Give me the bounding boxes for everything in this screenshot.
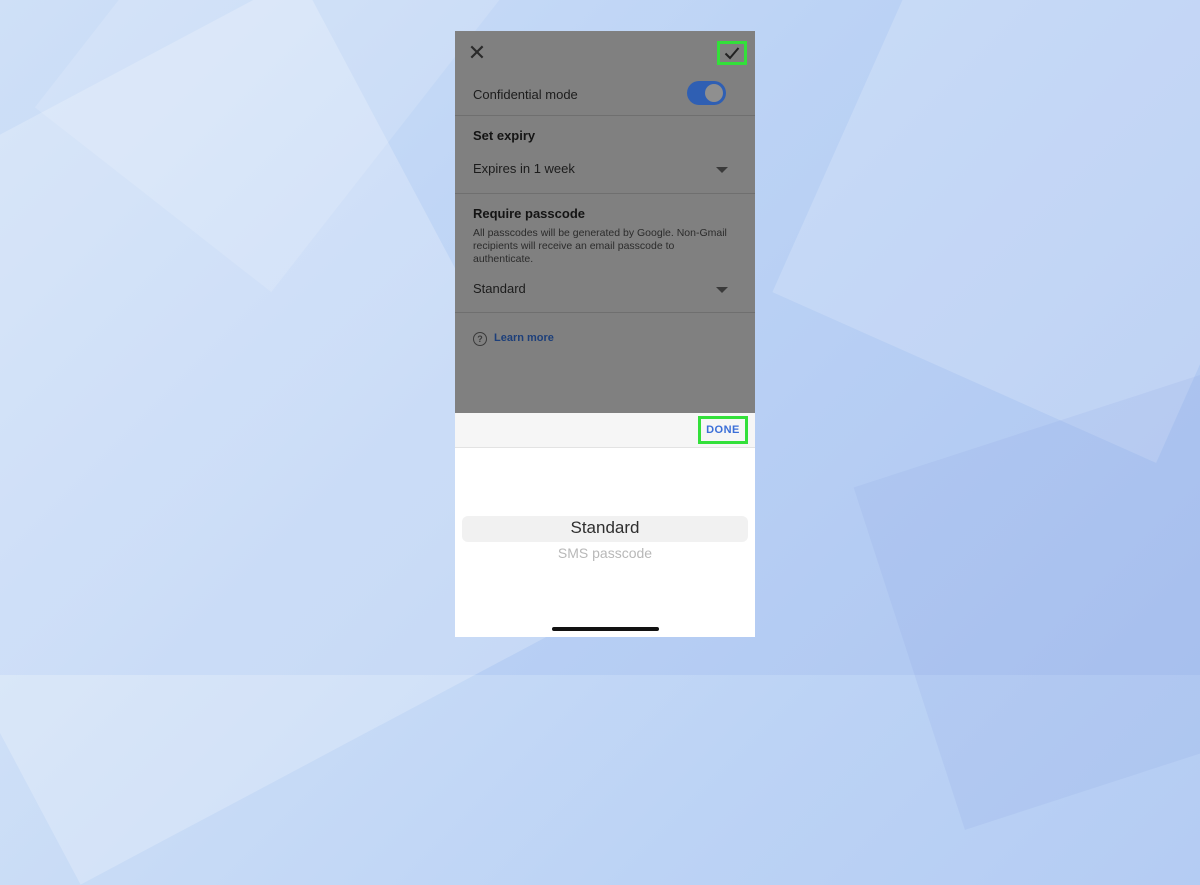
expiry-dropdown[interactable]: Expires in 1 week — [473, 161, 575, 176]
confidential-mode-settings: ✕ Confidential mode Set expiry Expires i… — [455, 31, 755, 413]
require-passcode-title: Require passcode — [473, 206, 585, 221]
passcode-dropdown[interactable]: Standard — [473, 281, 526, 296]
background-shape — [34, 0, 506, 293]
learn-more-link[interactable]: Learn more — [494, 332, 554, 344]
picker-option-sms-passcode[interactable]: SMS passcode — [455, 545, 755, 561]
picker-option-standard[interactable]: Standard — [455, 518, 755, 538]
background-shape — [772, 0, 1200, 463]
home-indicator — [552, 627, 659, 631]
background-shape — [853, 370, 1200, 830]
set-expiry-title: Set expiry — [473, 128, 536, 143]
close-icon[interactable]: ✕ — [467, 42, 487, 64]
phone-screen: ✕ Confidential mode Set expiry Expires i… — [455, 31, 755, 637]
divider — [455, 193, 755, 194]
chevron-down-icon[interactable] — [716, 287, 728, 293]
done-button[interactable]: DONE — [698, 416, 748, 444]
checkmark-icon[interactable] — [717, 41, 747, 65]
confidential-mode-label: Confidential mode — [473, 87, 578, 102]
toggle-knob — [705, 84, 723, 102]
divider — [455, 312, 755, 313]
divider — [455, 115, 755, 116]
passcode-description: All passcodes will be generated by Googl… — [473, 227, 727, 265]
top-bar: ✕ — [455, 31, 755, 77]
help-circle-icon: ? — [473, 332, 487, 346]
chevron-down-icon[interactable] — [716, 167, 728, 173]
confidential-mode-toggle[interactable] — [687, 81, 726, 105]
